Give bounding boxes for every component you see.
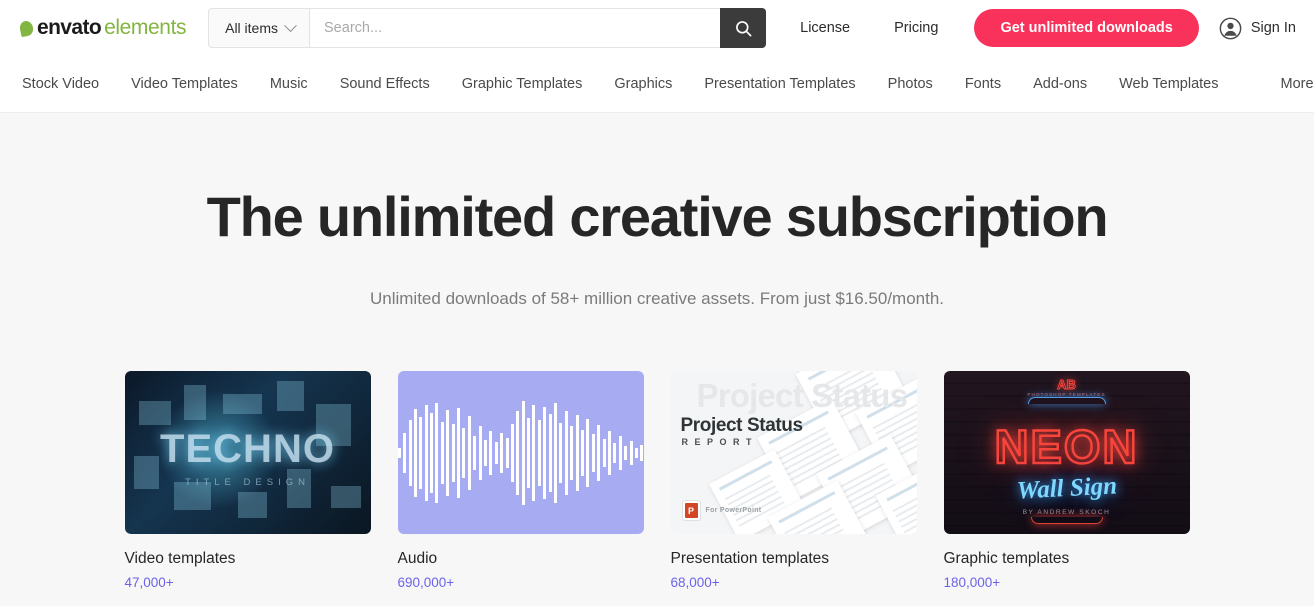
category-card-title: Presentation templates bbox=[670, 550, 830, 568]
logo-product: elements bbox=[104, 16, 187, 39]
presentation-subtitle: REPORT bbox=[681, 437, 759, 448]
primary-nav: Stock Video Video Templates Music Sound … bbox=[0, 56, 1314, 113]
neon-monogram: AB bbox=[1057, 377, 1077, 393]
nav-item-sound-effects[interactable]: Sound Effects bbox=[324, 76, 446, 92]
hero-section: The unlimited creative subscription Unli… bbox=[0, 113, 1314, 606]
chevron-down-icon bbox=[284, 18, 297, 32]
nav-item-graphics[interactable]: Graphics bbox=[598, 76, 688, 92]
techno-subtext: TITLE DESIGN bbox=[185, 476, 310, 488]
header-link-pricing[interactable]: Pricing bbox=[872, 20, 960, 36]
thumbnail-techno: TECHNO TITLE DESIGN bbox=[124, 371, 371, 535]
nav-item-stock-video[interactable]: Stock Video bbox=[20, 76, 115, 92]
techno-word: TECHNO bbox=[160, 426, 335, 471]
thumbnail-audio bbox=[397, 371, 644, 535]
nav-item-add-ons[interactable]: Add-ons bbox=[1017, 76, 1103, 92]
search-scope-label: All items bbox=[225, 20, 279, 36]
nav-item-photos[interactable]: Photos bbox=[872, 76, 949, 92]
category-card-count: 690,000+ bbox=[397, 575, 455, 591]
user-avatar-icon bbox=[1219, 17, 1242, 39]
category-card-title: Audio bbox=[397, 550, 438, 568]
search-input[interactable] bbox=[309, 8, 721, 48]
hero-subtitle: Unlimited downloads of 58+ million creat… bbox=[369, 289, 945, 309]
hero-title: The unlimited creative subscription bbox=[206, 185, 1109, 248]
nav-item-fonts[interactable]: Fonts bbox=[949, 76, 1017, 92]
category-card-video-templates[interactable]: TECHNO TITLE DESIGN Video templates 47,0… bbox=[124, 371, 371, 591]
get-unlimited-downloads-button[interactable]: Get unlimited downloads bbox=[974, 9, 1199, 47]
site-header: envato elements All items License Pricin… bbox=[0, 0, 1314, 56]
category-card-presentation-templates[interactable]: Project Status Project Status REPORT For… bbox=[670, 371, 917, 591]
category-card-count: 47,000+ bbox=[124, 575, 174, 591]
category-card-title: Graphic templates bbox=[943, 550, 1070, 568]
presentation-badge: For PowerPoint bbox=[682, 501, 762, 521]
neon-byline: BY ANDREW SKOCH bbox=[1022, 509, 1111, 517]
neon-script-word: Wall Sign bbox=[1015, 472, 1118, 506]
nav-item-video-templates[interactable]: Video Templates bbox=[115, 76, 254, 92]
search-icon bbox=[735, 20, 752, 36]
presentation-ghost-title: Project Status bbox=[696, 377, 909, 415]
search-button[interactable] bbox=[720, 8, 767, 48]
thumbnail-neon: AB PHOTOSHOP TEMPLATES NEON Wall Sign BY… bbox=[943, 371, 1190, 535]
powerpoint-icon bbox=[682, 501, 700, 521]
sign-in-button[interactable]: Sign In bbox=[1215, 17, 1296, 40]
nav-item-presentation-templates[interactable]: Presentation Templates bbox=[688, 76, 871, 92]
logo[interactable]: envato elements bbox=[18, 16, 187, 40]
presentation-badge-label: For PowerPoint bbox=[705, 507, 762, 515]
search-bar: All items bbox=[208, 8, 767, 48]
header-link-license[interactable]: License bbox=[778, 20, 872, 36]
thumbnail-presentation: Project Status Project Status REPORT For… bbox=[670, 371, 917, 535]
category-card-graphic-templates[interactable]: AB PHOTOSHOP TEMPLATES NEON Wall Sign BY… bbox=[943, 371, 1190, 591]
category-card-count: 180,000+ bbox=[943, 575, 1001, 591]
sign-in-label: Sign In bbox=[1250, 20, 1296, 36]
nav-item-more[interactable]: More bbox=[1265, 76, 1314, 92]
header-right-group: License Pricing Get unlimited downloads … bbox=[778, 9, 1296, 47]
category-card-list: TECHNO TITLE DESIGN Video templates 47,0… bbox=[0, 371, 1314, 590]
nav-item-music[interactable]: Music bbox=[254, 76, 324, 92]
audio-waveform-icon bbox=[397, 393, 644, 513]
presentation-title: Project Status bbox=[680, 415, 804, 437]
category-card-title: Video templates bbox=[124, 550, 236, 568]
logo-brand: envato bbox=[37, 16, 102, 39]
neon-word: NEON bbox=[993, 419, 1139, 475]
nav-item-web-templates[interactable]: Web Templates bbox=[1103, 76, 1234, 92]
category-card-count: 68,000+ bbox=[670, 575, 720, 591]
search-scope-dropdown[interactable]: All items bbox=[208, 8, 310, 48]
category-card-audio[interactable]: Audio 690,000+ bbox=[397, 371, 644, 591]
nav-item-graphic-templates[interactable]: Graphic Templates bbox=[446, 76, 599, 92]
leaf-icon bbox=[18, 19, 35, 37]
neon-bottom-flourish-icon bbox=[1030, 517, 1103, 525]
neon-top-flourish-icon bbox=[1027, 397, 1106, 405]
